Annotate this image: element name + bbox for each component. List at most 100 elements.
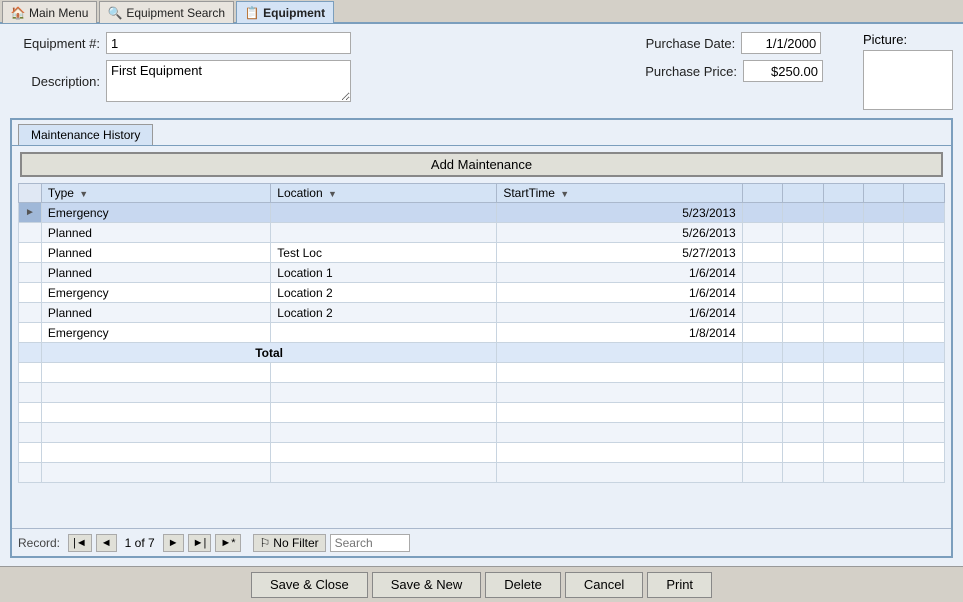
nav-first-button[interactable]: |◄ (68, 534, 92, 552)
cell-empty (864, 283, 904, 303)
equipment-num-label: Equipment #: (10, 36, 100, 51)
table-row[interactable]: ►Emergency5/23/2013 (19, 203, 945, 223)
nav-new-button[interactable]: ►* (215, 534, 240, 552)
empty-cell (41, 383, 270, 403)
empty-cell (497, 403, 742, 423)
empty-cell (41, 463, 270, 483)
empty-row (19, 383, 945, 403)
cell-empty (783, 283, 823, 303)
nav-prev-button[interactable]: ◄ (96, 534, 117, 552)
starttime-header[interactable]: StartTime ▼ (497, 184, 742, 203)
type-header[interactable]: Type ▼ (41, 184, 270, 203)
empty-cell (823, 463, 863, 483)
search-input[interactable] (330, 534, 410, 552)
table-row[interactable]: Planned5/26/2013 (19, 223, 945, 243)
cell-starttime: 1/6/2014 (497, 303, 742, 323)
purchase-price-input[interactable] (743, 60, 823, 82)
table-row[interactable]: EmergencyLocation 21/6/2014 (19, 283, 945, 303)
empty-cell (19, 363, 42, 383)
cell-type: Emergency (41, 323, 270, 343)
main-content: Equipment #: Description: First Equipmen… (0, 24, 963, 566)
col8-header (904, 184, 945, 203)
table-row[interactable]: PlannedTest Loc5/27/2013 (19, 243, 945, 263)
tab-equipment-search[interactable]: 🔍 Equipment Search (99, 1, 234, 23)
empty-cell (864, 443, 904, 463)
nav-last-button[interactable]: ►| (188, 534, 212, 552)
empty-cell (497, 423, 742, 443)
cell-starttime: 1/6/2014 (497, 283, 742, 303)
empty-cell (271, 383, 497, 403)
cell-empty (823, 263, 863, 283)
empty-cell (904, 383, 945, 403)
location-header[interactable]: Location ▼ (271, 184, 497, 203)
cell-empty (742, 283, 782, 303)
total-label: Total (41, 343, 496, 363)
cell-empty (904, 323, 945, 343)
purchase-date-row: Purchase Date: (645, 32, 823, 54)
empty-cell (497, 363, 742, 383)
row-selector (19, 263, 42, 283)
purchase-price-row: Purchase Price: (645, 60, 823, 82)
no-filter-button[interactable]: ⚐ No Filter (253, 534, 326, 552)
equipment-num-input[interactable] (106, 32, 351, 54)
cell-empty (823, 203, 863, 223)
empty-cell (904, 363, 945, 383)
empty-cell (823, 443, 863, 463)
cell-empty (783, 323, 823, 343)
picture-label: Picture: (863, 32, 907, 47)
empty-row (19, 403, 945, 423)
cell-empty (823, 243, 863, 263)
nav-next-button[interactable]: ► (163, 534, 184, 552)
cancel-button[interactable]: Cancel (565, 572, 643, 598)
empty-cell (742, 443, 782, 463)
total-empty (823, 343, 863, 363)
tab-equipment[interactable]: 📋 Equipment (236, 1, 334, 23)
save-new-button[interactable]: Save & New (372, 572, 482, 598)
cell-starttime: 5/27/2013 (497, 243, 742, 263)
form-far-right: Picture: (863, 32, 953, 110)
empty-cell (742, 383, 782, 403)
empty-cell (41, 443, 270, 463)
cell-empty (864, 303, 904, 323)
purchase-date-input[interactable] (741, 32, 821, 54)
table-row[interactable]: PlannedLocation 11/6/2014 (19, 263, 945, 283)
save-close-button[interactable]: Save & Close (251, 572, 368, 598)
maintenance-panel: Maintenance History Add Maintenance Type… (10, 118, 953, 558)
cell-empty (742, 243, 782, 263)
empty-cell (41, 423, 270, 443)
cell-empty (783, 243, 823, 263)
description-input[interactable]: First Equipment (106, 60, 351, 102)
table-row[interactable]: Emergency1/8/2014 (19, 323, 945, 343)
empty-cell (823, 383, 863, 403)
form-right: Purchase Date: Purchase Price: (645, 32, 823, 110)
delete-button[interactable]: Delete (485, 572, 561, 598)
maintenance-history-tab[interactable]: Maintenance History (18, 124, 153, 145)
row-selector (19, 323, 42, 343)
cell-empty (864, 263, 904, 283)
empty-row (19, 423, 945, 443)
tab-main-menu[interactable]: 🏠 Main Menu (2, 1, 97, 23)
maintenance-grid[interactable]: Type ▼ Location ▼ StartTime ▼ (18, 183, 945, 528)
equipment-search-icon: 🔍 (108, 6, 122, 20)
col6-header (823, 184, 863, 203)
add-maintenance-button[interactable]: Add Maintenance (20, 152, 943, 177)
empty-cell (19, 403, 42, 423)
cell-empty (823, 323, 863, 343)
cell-empty (742, 203, 782, 223)
bottom-bar: Save & Close Save & New Delete Cancel Pr… (0, 566, 963, 602)
cell-empty (823, 303, 863, 323)
empty-cell (497, 463, 742, 483)
cell-type: Planned (41, 303, 270, 323)
empty-cell (19, 463, 42, 483)
table-row[interactable]: PlannedLocation 21/6/2014 (19, 303, 945, 323)
description-row: Description: First Equipment (10, 60, 625, 102)
total-starttime (497, 343, 742, 363)
empty-row (19, 443, 945, 463)
equipment-icon: 📋 (245, 6, 259, 20)
purchase-date-label: Purchase Date: (645, 36, 735, 51)
cell-type: Emergency (41, 283, 270, 303)
print-button[interactable]: Print (647, 572, 712, 598)
cell-type: Planned (41, 243, 270, 263)
empty-cell (742, 423, 782, 443)
empty-cell (271, 463, 497, 483)
